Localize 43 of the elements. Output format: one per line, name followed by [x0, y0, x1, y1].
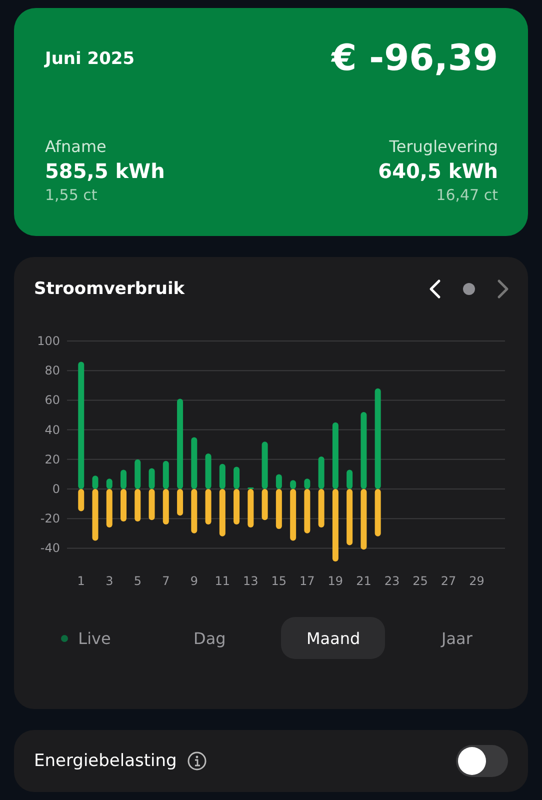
x-axis-label: 23	[384, 574, 400, 588]
range-tab[interactable]: Jaar	[404, 617, 509, 659]
x-axis-label: 11	[214, 574, 230, 588]
range-tab[interactable]: Maand	[281, 617, 386, 659]
x-axis-label: 19	[328, 574, 344, 588]
y-axis-label: 100	[37, 334, 60, 348]
setting-label: Energiebelasting	[34, 751, 177, 771]
x-axis-label: 5	[134, 574, 142, 588]
x-axis-label: 9	[190, 574, 198, 588]
page-dot	[463, 283, 475, 295]
live-dot-icon	[61, 634, 68, 642]
y-axis-label: 60	[44, 393, 60, 408]
y-axis-label: 20	[44, 452, 60, 466]
teruglevering-label: Teruglevering	[389, 137, 498, 156]
y-axis-label: -20	[40, 512, 60, 526]
toggle-switch[interactable]	[456, 745, 508, 777]
card-title: Stroomverbruik	[34, 279, 185, 299]
chevron-left-icon[interactable]	[429, 279, 441, 299]
chevron-right-icon[interactable]	[497, 279, 509, 299]
info-icon[interactable]	[186, 751, 207, 771]
y-axis-label: -40	[40, 541, 60, 556]
x-axis-label: 21	[356, 574, 372, 588]
x-axis-label: 29	[469, 574, 484, 588]
x-axis-label: 17	[300, 574, 315, 588]
x-axis-label: 25	[412, 574, 428, 588]
afname-price: 1,55 ct	[45, 186, 98, 204]
x-axis-label: 3	[106, 574, 114, 588]
y-axis-label: 40	[44, 422, 60, 437]
x-axis-label: 13	[243, 574, 258, 588]
y-axis-label: 0	[52, 482, 60, 496]
total-amount: € -96,39	[332, 38, 498, 79]
x-axis-label: 7	[162, 574, 170, 588]
y-axis-label: 80	[44, 364, 60, 378]
period-label: Juni 2025	[45, 48, 135, 68]
range-tab[interactable]: Live	[34, 617, 138, 659]
range-tab[interactable]: Dag	[158, 617, 262, 659]
x-axis-label: 15	[271, 574, 287, 588]
x-axis-label: 27	[440, 574, 456, 588]
teruglevering-price: 16,47 ct	[436, 186, 498, 204]
afname-amount: 585,5 kWh	[45, 159, 165, 183]
teruglevering-amount: 640,5 kWh	[378, 159, 498, 183]
afname-label: Afname	[45, 137, 108, 156]
x-axis-label: 1	[77, 574, 85, 588]
